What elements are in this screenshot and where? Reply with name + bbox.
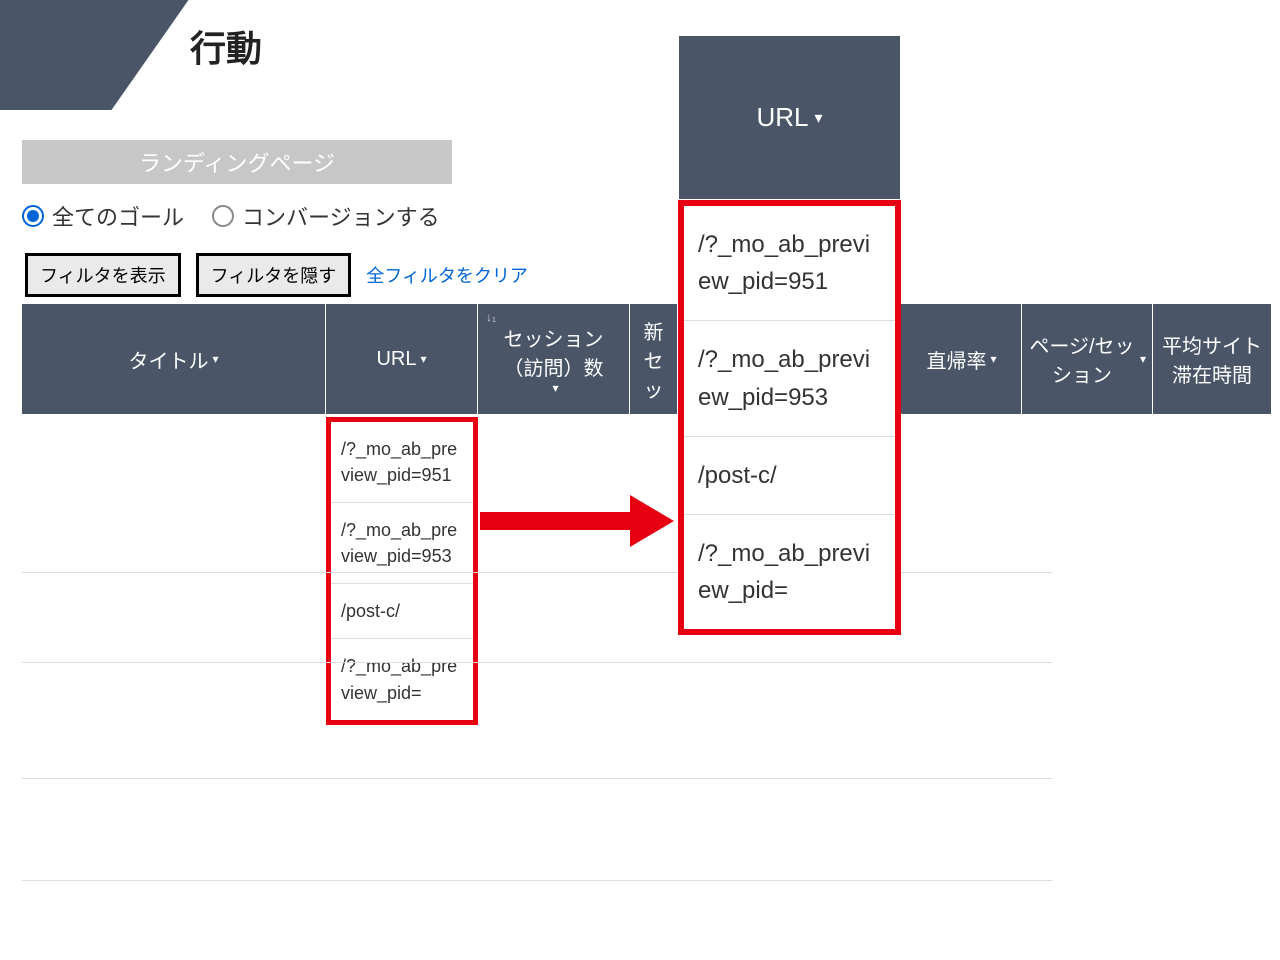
table-cell-url[interactable]: /post-c/ [331,584,473,639]
hide-filter-button[interactable]: フィルタを隠す [196,253,352,297]
caret-down-icon: ▾ [814,108,822,128]
goal-radio-group: 全てのゴール コンバージョンする [22,200,440,232]
radio-conversion-label: コンバージョンする [242,200,440,232]
column-header-avg-time[interactable]: 平均サイト滞在時間 [1153,304,1271,414]
clear-all-filters-link[interactable]: 全フィルタをクリア [366,262,528,288]
table-cell-url[interactable]: /?_mo_ab_preview_pid=951 [331,422,473,503]
zoom-arrow-icon [480,500,675,540]
table-cell-url[interactable]: /?_mo_ab_preview_pid=953 [684,321,895,436]
caret-down-icon: ▾ [552,381,558,395]
column-avgtime-label: 平均サイト滞在時間 [1159,330,1265,388]
table-cell-url[interactable]: /post-c/ [684,437,895,515]
table-header-row: タイトル ▾ URL ▾ ↓₁ セッション（訪問）数 ▾ 新セッ 直帰率 ▾ ペ… [22,304,1271,414]
column-bounce-label: 直帰率 [926,345,986,374]
zoom-url-label: URL [756,102,808,133]
zoom-column-header-url[interactable]: URL ▾ [678,35,901,200]
table-cell-url[interactable]: /?_mo_ab_preview_pid=951 [684,206,895,321]
table-cell-url[interactable]: /?_mo_ab_preview_pid= [684,515,895,629]
caret-down-icon: ▾ [1140,352,1146,366]
row-divider [22,778,1052,779]
page-title: 行動 [190,20,262,72]
row-divider [22,880,1052,881]
column-header-title[interactable]: タイトル ▾ [22,304,326,414]
column-header-sessions[interactable]: ↓₁ セッション（訪問）数 ▾ [478,304,630,414]
radio-all-goals[interactable]: 全てのゴール [22,200,184,232]
column-sessions-label: セッション（訪問）数 [484,323,623,381]
caret-down-icon: ▾ [990,352,996,366]
column-url-label: URL [376,348,416,371]
radio-all-goals-label: 全てのゴール [52,200,184,232]
filter-controls: フィルタを表示 フィルタを隠す 全フィルタをクリア [25,253,528,297]
header-accent-shape [0,0,189,110]
radio-unselected-icon [212,205,234,227]
landing-page-button[interactable]: ランディングページ [22,140,452,184]
column-title-label: タイトル [128,345,208,374]
url-column-highlight-small: /?_mo_ab_preview_pid=951 /?_mo_ab_previe… [326,417,478,725]
row-divider [22,662,1052,663]
caret-down-icon: ▾ [212,352,218,366]
table-cell-url[interactable]: /?_mo_ab_preview_pid= [331,639,473,719]
column-newsession-label: 新セッ [636,316,671,403]
show-filter-button[interactable]: フィルタを表示 [25,253,181,297]
radio-selected-icon [22,205,44,227]
caret-down-icon: ▾ [420,352,426,366]
column-pps-label: ページ/セッション [1028,330,1136,388]
column-header-new-session[interactable]: 新セッ [630,304,678,414]
column-header-bounce[interactable]: 直帰率 ▾ [902,304,1022,414]
column-header-url[interactable]: URL ▾ [326,304,478,414]
url-column-highlight-large: /?_mo_ab_preview_pid=951 /?_mo_ab_previe… [678,200,901,635]
radio-conversion[interactable]: コンバージョンする [212,200,440,232]
sort-icon: ↓₁ [486,310,496,324]
column-header-pages-per-session[interactable]: ページ/セッション ▾ [1022,304,1153,414]
